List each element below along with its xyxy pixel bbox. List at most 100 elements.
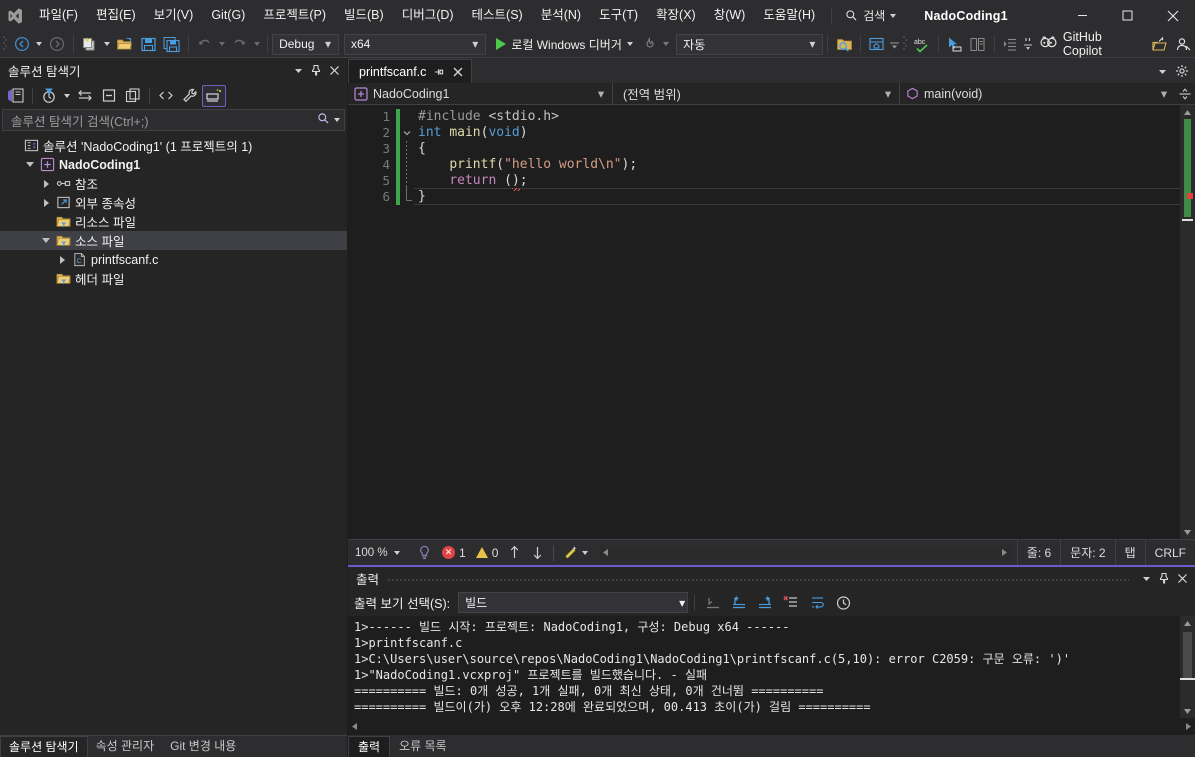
code-line[interactable]: #include <stdio.h> — [414, 109, 1180, 125]
solution-configuration-combo[interactable]: Debug ▾ — [272, 33, 339, 55]
go-to-previous-message-icon[interactable] — [727, 592, 751, 614]
panel-menu-button[interactable] — [289, 61, 307, 79]
next-issue-button[interactable] — [526, 542, 549, 564]
tree-file-printfscanf-c[interactable]: Cprintfscanf.c — [0, 250, 347, 269]
indent-settings-dropdown[interactable] — [1022, 33, 1034, 56]
find-message-icon[interactable] — [701, 592, 725, 614]
pointer-select-button[interactable] — [943, 33, 967, 56]
code-line[interactable]: { — [414, 141, 1180, 157]
scrollbar-track[interactable] — [1182, 119, 1193, 525]
code-editor-surface[interactable]: 123456 #include <stdio.h> int main(void){… — [348, 105, 1195, 539]
solution-explorer-home-icon[interactable] — [4, 85, 28, 107]
scroll-up-icon[interactable] — [1180, 105, 1195, 119]
new-project-dropdown[interactable] — [101, 33, 113, 56]
maximize-button[interactable] — [1105, 0, 1150, 31]
issue-lightbulb-icon[interactable] — [412, 542, 437, 564]
tree-references[interactable]: 참조 — [0, 174, 347, 193]
expander-icon[interactable] — [22, 155, 38, 174]
scroll-down-icon[interactable] — [1180, 704, 1195, 718]
output-source-combo[interactable]: 빌드 ▾ — [458, 592, 689, 613]
pin-icon[interactable] — [1155, 569, 1173, 587]
preview-selected-items-icon[interactable] — [202, 84, 226, 107]
output-horizontal-scrollbar[interactable] — [348, 718, 1195, 735]
navigate-forward-button[interactable] — [45, 33, 69, 56]
menu-build[interactable]: 빌드(B) — [335, 4, 393, 27]
toggle-word-wrap-icon[interactable] — [805, 592, 829, 614]
tab-mode-indicator[interactable]: 탭 — [1114, 539, 1145, 566]
clear-output-icon[interactable] — [779, 592, 803, 614]
gear-icon[interactable] — [1173, 62, 1191, 80]
output-vertical-scrollbar[interactable] — [1180, 616, 1195, 718]
solution-tree[interactable]: 솔루션 'NadoCoding1' (1 프로젝트의 1) NadoCoding1… — [0, 133, 347, 735]
undo-dropdown[interactable] — [216, 33, 228, 56]
pin-icon[interactable] — [432, 65, 445, 78]
navbar-project-combo[interactable]: NadoCoding1 ▾ — [348, 83, 613, 104]
output-text[interactable]: 1>------ 빌드 시작: 프로젝트: NadoCoding1, 구성: D… — [348, 616, 1180, 718]
editor-horizontal-scrollbar[interactable] — [599, 545, 1011, 560]
warning-count-item[interactable]: 0 — [471, 542, 504, 564]
menu-analyze[interactable]: 분석(N) — [532, 4, 590, 27]
output-tab-error-list[interactable]: 오류 목록 — [390, 736, 456, 757]
go-to-next-message-icon[interactable] — [753, 592, 777, 614]
menu-test[interactable]: 테스트(S) — [463, 4, 532, 27]
toolbar-grip[interactable] — [0, 31, 10, 58]
solution-platform-combo[interactable]: x64 ▾ — [343, 33, 487, 55]
quick-actions-icon[interactable] — [558, 542, 593, 564]
split-view-icon[interactable] — [1175, 87, 1195, 101]
tree-header-files[interactable]: 헤더 파일 — [0, 269, 347, 288]
navigate-backward-button[interactable] — [10, 33, 34, 56]
pending-changes-filter-icon[interactable] — [37, 85, 61, 107]
compare-files-button[interactable] — [966, 33, 990, 56]
expander-icon[interactable] — [54, 250, 70, 269]
menu-git[interactable]: Git(G) — [202, 4, 254, 27]
menu-window[interactable]: 창(W) — [705, 4, 755, 27]
start-debugging-button[interactable]: 로컬 Windows 디버거 — [492, 33, 637, 56]
live-share-button[interactable] — [1172, 33, 1195, 56]
code-line[interactable]: return (); — [414, 173, 1180, 191]
error-count-item[interactable]: ✕ 1 — [437, 542, 471, 564]
collapse-all-icon[interactable] — [97, 85, 121, 107]
filter-dropdown[interactable] — [61, 84, 73, 107]
tree-project[interactable]: NadoCoding1 — [0, 155, 347, 174]
code-line[interactable]: } — [414, 188, 1180, 205]
show-all-files-icon[interactable] — [121, 85, 145, 107]
expander-icon[interactable] — [38, 174, 54, 193]
menu-extensions[interactable]: 확장(X) — [647, 4, 705, 27]
window-list-dropdown[interactable] — [888, 33, 900, 56]
bottom-tab-property-manager[interactable]: 속성 관리자 — [88, 736, 163, 757]
new-project-button[interactable] — [78, 33, 102, 56]
expander-icon[interactable] — [38, 231, 54, 250]
scroll-left-icon[interactable] — [599, 546, 612, 560]
view-code-icon[interactable] — [154, 85, 178, 107]
tree-external-dependencies[interactable]: 외부 종속성 — [0, 193, 347, 212]
share-button[interactable] — [1148, 33, 1172, 56]
error-marker[interactable] — [1187, 193, 1193, 199]
scroll-right-icon[interactable] — [1181, 720, 1195, 734]
save-all-button[interactable] — [160, 33, 184, 56]
redo-button[interactable] — [228, 33, 252, 56]
scroll-right-icon[interactable] — [998, 546, 1011, 560]
document-tab-printfscanf-c[interactable]: printfscanf.c — [348, 59, 473, 83]
scrollbar-thumb[interactable] — [1184, 119, 1191, 217]
close-icon[interactable] — [451, 65, 464, 78]
bottom-tab-solution-explorer[interactable]: 솔루션 탐색기 — [0, 736, 88, 757]
menu-project[interactable]: 프로젝트(P) — [254, 4, 335, 27]
attach-target-combo[interactable]: 자동 ▾ — [676, 33, 824, 55]
output-body[interactable]: 1>------ 빌드 시작: 프로젝트: NadoCoding1, 구성: D… — [348, 616, 1195, 718]
code-line[interactable]: int main(void) — [414, 125, 1180, 141]
scroll-up-icon[interactable] — [1180, 616, 1195, 630]
editor-vertical-scrollbar[interactable] — [1180, 105, 1195, 539]
close-button[interactable] — [1150, 0, 1195, 31]
menu-view[interactable]: 보기(V) — [145, 4, 203, 27]
close-icon[interactable] — [325, 61, 343, 79]
previous-issue-button[interactable] — [503, 542, 526, 564]
redo-dropdown[interactable] — [251, 33, 263, 56]
active-files-dropdown-icon[interactable] — [1153, 62, 1171, 80]
quick-search-box[interactable]: 검색 — [839, 4, 902, 27]
github-copilot-button[interactable]: GitHub Copilot — [1034, 30, 1148, 58]
close-icon[interactable] — [1173, 569, 1191, 587]
code-line[interactable]: printf("hello world\n"); — [414, 157, 1180, 173]
tree-resource-files[interactable]: 리소스 파일 — [0, 212, 347, 231]
hot-reload-button[interactable] — [637, 33, 661, 56]
panel-menu-button[interactable] — [1137, 569, 1155, 587]
